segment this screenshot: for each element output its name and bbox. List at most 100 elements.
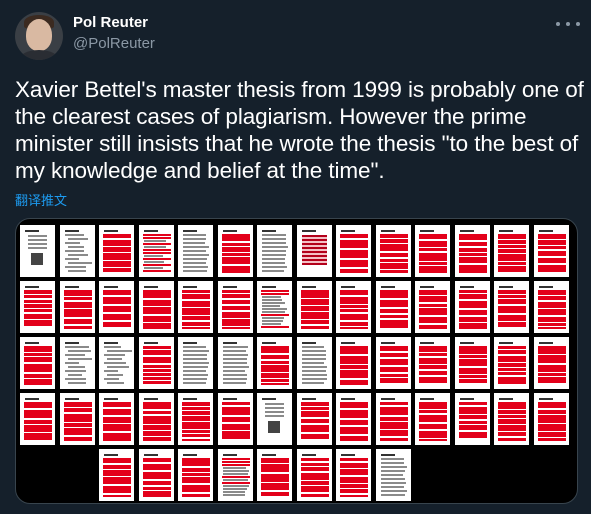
plagiarism-highlight <box>142 234 171 236</box>
thesis-page-thumbnail <box>336 281 371 333</box>
plagiarism-highlight <box>142 252 171 254</box>
thesis-page-thumbnail <box>99 393 134 445</box>
thesis-page-thumbnail <box>178 281 213 333</box>
plagiarism-highlight <box>300 306 329 311</box>
plagiarism-highlight <box>103 314 131 320</box>
page-heading <box>183 342 197 344</box>
thesis-page-thumbnail <box>415 225 450 277</box>
page-heading <box>143 454 158 456</box>
plagiarism-highlight <box>537 258 566 263</box>
text-line <box>222 491 245 493</box>
plagiarism-highlight <box>419 431 447 438</box>
text-line <box>183 258 207 260</box>
plagiarism-highlight <box>103 297 131 304</box>
page-heading <box>64 230 79 232</box>
plagiarism-highlight <box>458 355 487 358</box>
plagiarism-highlight <box>142 377 171 380</box>
page-heading <box>538 286 553 288</box>
thesis-page-thumbnail <box>99 337 134 389</box>
more-dots-icon[interactable] <box>556 14 580 34</box>
plagiarism-highlight <box>300 312 329 319</box>
plagiarism-highlight <box>24 357 52 362</box>
plagiarism-highlight <box>537 302 566 308</box>
plagiarism-highlight <box>498 368 526 371</box>
page-heading <box>459 398 474 400</box>
translate-tweet-link[interactable]: 翻译推文 <box>15 190 67 209</box>
plagiarism-highlight <box>142 316 171 322</box>
page-heading <box>183 230 197 232</box>
plagiarism-highlight <box>537 290 566 295</box>
text-line <box>64 378 86 380</box>
thesis-page-thumbnail <box>257 337 292 389</box>
plagiarism-highlight <box>142 381 171 384</box>
text-line <box>183 358 207 360</box>
plagiarism-highlight <box>498 299 526 304</box>
plagiarism-highlight <box>340 269 368 273</box>
author-avatar[interactable] <box>15 12 63 60</box>
plagiarism-highlight <box>142 323 171 329</box>
text-line <box>183 350 209 352</box>
plagiarism-highlight <box>498 438 526 441</box>
plagiarism-highlight <box>142 458 171 462</box>
plagiarism-highlight <box>103 268 131 272</box>
text-line <box>222 488 247 490</box>
thesis-page-thumbnail <box>99 281 134 333</box>
plagiarism-highlight <box>24 402 52 408</box>
text-line <box>143 261 164 263</box>
plagiarism-highlight <box>419 415 447 422</box>
plagiarism-highlight <box>419 346 447 352</box>
page-heading <box>420 342 434 344</box>
plagiarism-highlight <box>24 433 52 440</box>
tweet-media-image[interactable] <box>15 218 578 504</box>
text-line <box>262 234 286 236</box>
page-heading <box>64 286 79 288</box>
page-heading <box>104 230 118 232</box>
text-line <box>301 370 326 372</box>
plagiarism-highlight <box>221 266 250 273</box>
plagiarism-highlight <box>142 369 171 372</box>
plagiarism-highlight <box>63 290 92 296</box>
title-line <box>28 235 47 237</box>
plagiarism-highlight <box>142 307 171 314</box>
plagiarism-highlight <box>142 416 171 424</box>
thesis-page-thumbnail <box>296 449 332 501</box>
author-handle[interactable]: @PolReuter <box>73 35 155 52</box>
text-line <box>222 473 248 475</box>
text-line <box>107 374 123 376</box>
text-line <box>64 250 84 252</box>
plagiarism-highlight <box>103 458 131 463</box>
thesis-page-thumbnail <box>178 225 213 277</box>
plagiarism-highlight <box>379 359 408 365</box>
plagiarism-highlight <box>537 377 566 383</box>
text-line <box>183 374 208 376</box>
tweet-text: Xavier Bettel's master thesis from 1999 … <box>15 77 584 183</box>
text-line <box>64 258 79 260</box>
plagiarism-highlight <box>261 314 289 316</box>
plagiarism-highlight <box>340 489 368 493</box>
text-line <box>67 238 88 240</box>
thesis-page-thumbnail <box>336 337 371 389</box>
text-line <box>262 305 280 307</box>
plagiarism-highlight <box>340 260 368 267</box>
plagiarism-highlight <box>498 402 526 409</box>
thesis-page-thumbnail <box>336 393 371 445</box>
plagiarism-highlight <box>458 301 487 308</box>
plagiarism-highlight <box>300 402 329 406</box>
page-heading <box>420 398 434 400</box>
plagiarism-highlight <box>24 410 52 418</box>
plagiarism-highlight <box>103 247 131 252</box>
author-name[interactable]: Pol Reuter <box>73 14 148 31</box>
text-line <box>143 240 166 242</box>
plagiarism-highlight <box>300 458 329 461</box>
plagiarism-highlight <box>340 458 368 461</box>
thesis-page-thumbnail <box>257 281 292 333</box>
plagiarism-highlight <box>498 290 526 294</box>
plagiarism-highlight <box>340 234 368 238</box>
plagiarism-highlight <box>458 248 487 252</box>
thesis-page-thumbnail <box>296 225 332 277</box>
plagiarism-highlight <box>24 314 52 319</box>
plagiarism-highlight <box>103 240 131 246</box>
plagiarism-highlight <box>261 464 289 472</box>
plagiarism-highlight <box>103 424 131 431</box>
text-line <box>183 354 207 356</box>
